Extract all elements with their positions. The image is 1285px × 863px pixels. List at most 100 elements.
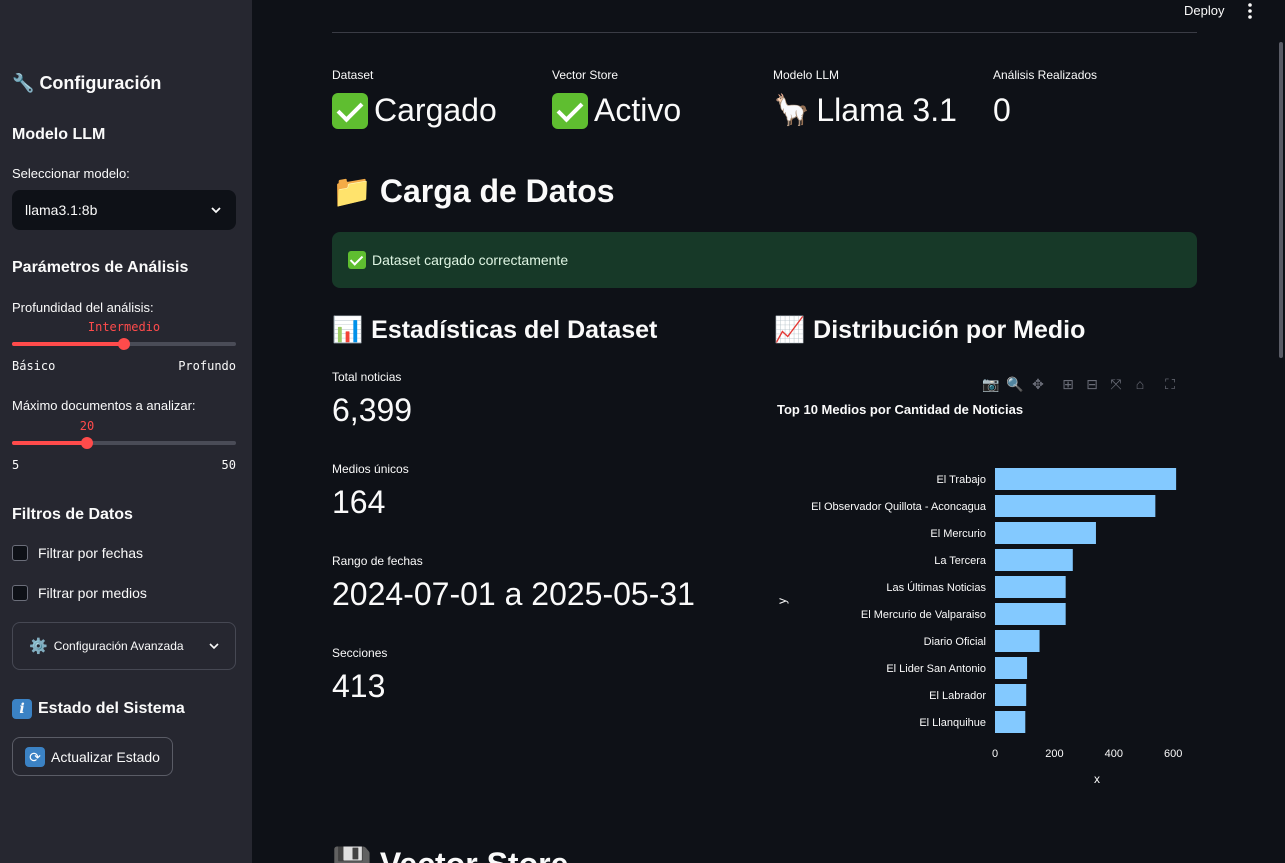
stat-unique-media: Medios únicos 164: [332, 462, 409, 521]
metric-value: Llama 3.1: [816, 92, 957, 128]
stat-label: Rango de fechas: [332, 554, 423, 568]
category-label: El Llanquihue: [919, 717, 986, 729]
stat-label: Medios únicos: [332, 462, 409, 476]
zoom-out-icon[interactable]: ⊟: [1084, 376, 1100, 392]
stat-value: 164: [332, 484, 386, 520]
bar: [995, 495, 1156, 517]
advanced-config-expander[interactable]: ⚙️ Configuración Avanzada: [12, 622, 236, 670]
docs-slider-min: 5: [12, 458, 20, 472]
gear-icon: ⚙️: [29, 638, 48, 655]
category-label: El Trabajo: [936, 474, 986, 486]
deploy-button[interactable]: Deploy: [1184, 3, 1224, 18]
wrench-icon: 🔧: [12, 73, 35, 93]
metric-dataset: Dataset Cargado: [332, 68, 497, 129]
chevron-down-icon: [209, 643, 219, 650]
bar-chart: El Trabajo El Observador Quillota - Aconc…: [775, 468, 1182, 786]
filter-media-checkbox[interactable]: Filtrar por medios: [12, 585, 147, 601]
metric-label: Modelo LLM: [773, 68, 840, 82]
zoom-icon[interactable]: 🔍: [1006, 376, 1023, 392]
fullscreen-icon[interactable]: ⛶: [1162, 376, 1178, 392]
y-axis-label: y: [775, 598, 789, 604]
x-tick-label: 200: [1045, 748, 1063, 760]
metric-llm-model: Modelo LLM 🦙 Llama 3.1: [773, 68, 957, 129]
stats-section-heading: 📊 Estadísticas del Dataset: [332, 316, 658, 344]
filter-dates-label: Filtrar por fechas: [38, 545, 144, 561]
filter-dates-checkbox[interactable]: Filtrar por fechas: [12, 545, 143, 561]
depth-slider-fill: [12, 342, 124, 346]
check-icon: [348, 251, 366, 269]
floppy-disk-icon: 💾: [332, 845, 372, 863]
chart-title: Top 10 Medios por Cantidad de Noticias: [777, 402, 1024, 417]
config-heading: 🔧 Configuración: [12, 73, 162, 93]
metric-value: Activo: [594, 92, 682, 128]
docs-slider[interactable]: [12, 437, 236, 449]
metric-value: 0: [993, 92, 1011, 128]
stat-value: 2024-07-01 a 2025-05-31: [332, 576, 695, 612]
zoom-in-icon[interactable]: ⊞: [1060, 376, 1076, 392]
autoscale-icon[interactable]: ⤧: [1108, 376, 1124, 392]
stat-value: 413: [332, 668, 386, 704]
main-scrollbar[interactable]: [1279, 42, 1283, 358]
metric-vector-store: Vector Store Activo: [552, 68, 681, 129]
category-label: Las Últimas Noticias: [886, 581, 986, 594]
header-divider: [332, 32, 1197, 33]
category-label: El Lider San Antonio: [886, 663, 986, 675]
model-section-heading: Modelo LLM: [12, 126, 106, 143]
line-chart-icon: 📈: [774, 316, 806, 344]
stat-label: Secciones: [332, 646, 388, 660]
check-icon: [552, 92, 588, 129]
bar: [995, 603, 1066, 625]
checkbox-box[interactable]: [12, 585, 28, 601]
camera-icon[interactable]: 📷: [982, 376, 999, 392]
category-label: El Observador Quillota - Aconcagua: [811, 501, 987, 513]
bar: [995, 549, 1073, 571]
home-icon[interactable]: ⌂: [1132, 376, 1148, 392]
model-select-value: llama3.1:8b: [25, 202, 98, 218]
llama-icon: 🦙: [773, 94, 811, 127]
checkbox-box[interactable]: [12, 545, 28, 561]
bar: [995, 468, 1177, 490]
vector-store-section-heading: 💾 Vector Store: [332, 845, 568, 863]
kebab-menu-icon[interactable]: [1242, 2, 1258, 20]
depth-slider[interactable]: [12, 338, 236, 350]
category-label: El Mercurio de Valparaiso: [861, 609, 986, 621]
model-select-label: Seleccionar modelo:: [12, 166, 130, 181]
metric-analyses: Análisis Realizados 0: [993, 68, 1097, 129]
bar: [995, 576, 1066, 598]
folder-icon: 📁: [332, 173, 372, 209]
stat-value: 6,399: [332, 392, 413, 428]
category-label: Diario Oficial: [924, 636, 986, 648]
refresh-status-label: Actualizar Estado: [51, 748, 160, 765]
docs-slider-value: 20: [79, 419, 95, 433]
info-icon: i: [12, 699, 32, 719]
filter-media-label: Filtrar por medios: [38, 585, 147, 601]
depth-slider-value: Intermedio: [87, 320, 161, 334]
metric-value: Cargado: [374, 92, 497, 128]
docs-slider-thumb[interactable]: [80, 437, 93, 449]
chevron-down-icon: [211, 207, 221, 214]
docs-slider-fill: [12, 441, 87, 445]
pan-icon[interactable]: ✥: [1030, 376, 1046, 392]
stat-label: Total noticias: [332, 370, 402, 384]
x-axis-label: x: [1094, 772, 1100, 786]
model-select[interactable]: llama3.1:8b: [12, 190, 236, 230]
dist-section-heading: 📈 Distribución por Medio: [774, 316, 1086, 344]
status-section-heading: i Estado del Sistema: [12, 699, 185, 719]
stat-date-range: Rango de fechas 2024-07-01 a 2025-05-31: [332, 554, 695, 613]
bar: [995, 711, 1026, 733]
depth-slider-label: Profundidad del análisis:: [12, 300, 154, 315]
bar: [995, 522, 1096, 544]
stat-total-news: Total noticias 6,399: [332, 370, 412, 429]
refresh-icon: ⟳: [25, 746, 45, 767]
depth-slider-min: Básico: [12, 359, 56, 373]
success-message: Dataset cargado correctamente: [372, 252, 569, 268]
advanced-config-label: Configuración Avanzada: [53, 639, 184, 653]
check-icon: [332, 92, 368, 129]
chart-toolbar: 📷 🔍 ✥ ⊞ ⊟ ⤧ ⌂ ⛶: [982, 376, 1178, 392]
metric-label: Vector Store: [552, 68, 619, 82]
load-section-heading: 📁 Carga de Datos: [332, 172, 615, 210]
depth-slider-thumb[interactable]: [118, 338, 130, 350]
sidebar: 🔧 Configuración Modelo LLM Seleccionar m…: [0, 0, 252, 863]
refresh-status-button[interactable]: ⟳ Actualizar Estado: [12, 737, 173, 776]
x-tick-label: 400: [1105, 748, 1123, 760]
